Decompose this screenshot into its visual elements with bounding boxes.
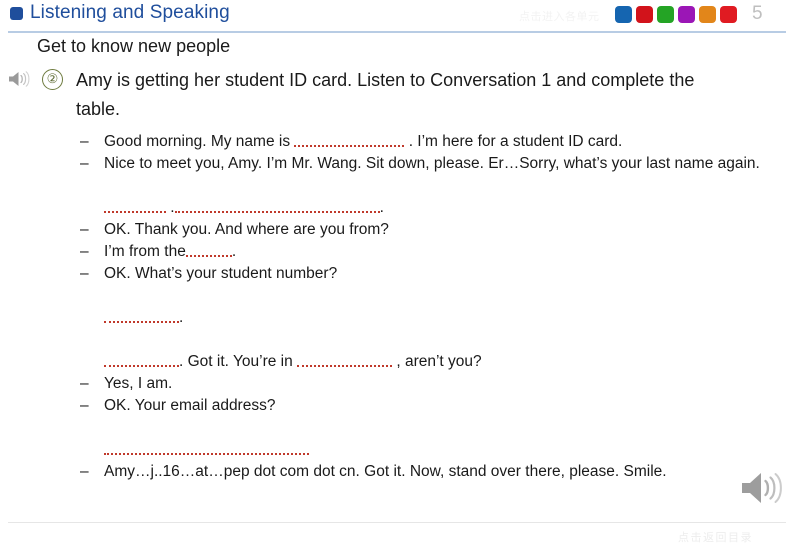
dialogue-answer-row: –. Got it. You’re in , aren’t you? [80,351,780,373]
dialogue-spacer [80,417,780,439]
dialogue-text [104,439,780,461]
footer-divider [8,522,786,523]
dialogue-row: – Nice to meet you, Amy. I’m Mr. Wang. Si… [80,153,780,175]
header-title-block: Listening and Speaking [10,2,230,24]
dialogue-row: – OK. Your email address? [80,395,780,417]
dialogue-dash: – [80,397,89,414]
dialogue-text: OK. Thank you. And where are you from? [104,221,389,238]
dialogue-text: OK. Your email address? [104,397,276,414]
dialogue-answer-row: – .. [80,197,780,219]
chip-red[interactable] [636,6,653,23]
task-number-badge: ② [42,69,63,90]
answer-blank[interactable] [104,440,309,455]
dialogue-row: – OK. What’s your student number? [80,263,780,285]
dialogue-row: – OK. Thank you. And where are you from? [80,219,780,241]
dialogue-dash: – [80,265,89,282]
page-number: 5 [752,3,763,24]
dialogue-dash: – [80,155,89,172]
dialogue-text: Amy…j..16…at…pep dot com dot cn. Got it.… [104,463,667,480]
dialogue-text: OK. What’s your student number? [104,265,338,282]
back-to-contents-label[interactable]: 点击返回目录 [678,529,753,545]
dialogue-spacer [80,175,780,197]
chip-orange[interactable] [699,6,716,23]
answer-blank[interactable] [294,132,405,147]
nav-hint-label: 点击进入各单元 [519,11,600,23]
answer-blank[interactable] [104,198,166,213]
answer-blank[interactable] [185,242,232,257]
dialogue-text: .. [104,197,780,219]
chip-red2[interactable] [720,6,737,23]
answer-blank[interactable] [174,198,380,213]
slide-header: Listening and Speaking 点击进入各单元 5 [0,0,794,33]
chip-green[interactable] [657,6,674,23]
task-instruction: Amy is getting her student ID card. List… [76,70,695,119]
dialogue-spacer [80,329,780,351]
dialogue-text: Nice to meet you, Amy. I’m Mr. Wang. Sit… [104,155,760,172]
dialogue-row: – Amy…j..16…at…pep dot com dot cn. Got it… [80,461,780,483]
answer-blank[interactable] [297,352,393,367]
dialogue-list: – Good morning. My name is . I’m here for… [80,131,780,483]
chip-purple[interactable] [678,6,695,23]
audio-play-icon[interactable] [740,470,782,506]
dialogue-text: Yes, I am. [104,375,173,392]
dialogue-text: . Got it. You’re in , aren’t you? [104,351,780,373]
speaker-icon[interactable] [8,70,30,88]
dialogue-row: – Yes, I am. [80,373,780,395]
answer-blank[interactable] [104,352,179,367]
answer-blank[interactable] [104,308,179,323]
dialogue-answer-row: – [80,439,780,461]
dialogue-dash: – [80,221,89,238]
dialogue-answer-row: –. [80,307,780,329]
page-title: Listening and Speaking [30,2,230,23]
dialogue-text: I’m from the. [104,242,237,260]
dialogue-dash: – [80,133,89,150]
dialogue-dash: – [80,463,89,480]
dialogue-row: – I’m from the. [80,241,780,263]
dialogue-dash: – [80,375,89,392]
dialogue-dash: – [80,243,89,260]
dialogue-row: – Good morning. My name is . I’m here for… [80,131,780,153]
dialogue-text: . [104,307,780,329]
dialogue-spacer [80,285,780,307]
chip-blue[interactable] [615,6,632,23]
title-bullet-square [10,6,23,20]
unit-chip-group[interactable] [615,6,737,23]
section-subtitle: Get to know new people [37,36,231,56]
header-divider [8,31,786,33]
dialogue-text: Good morning. My name is . I’m here for … [104,132,623,150]
